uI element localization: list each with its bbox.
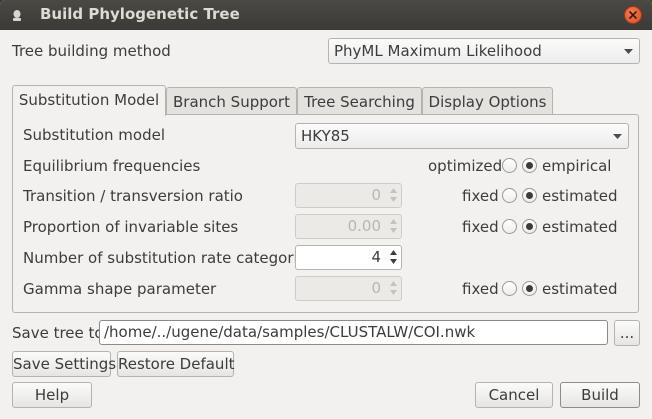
build-button[interactable]: Build: [560, 382, 640, 408]
equilibrium-empirical-label: empirical: [542, 157, 612, 175]
help-button[interactable]: Help: [12, 382, 92, 408]
tab-label: Branch Support: [173, 93, 290, 111]
invariable-fixed-label: fixed: [462, 218, 499, 236]
save-tree-label: Save tree to: [12, 324, 104, 342]
window-title: Build Phylogenetic Tree: [40, 5, 240, 23]
spin-down-icon: [390, 197, 397, 202]
rate-categories-spinbox[interactable]: 4: [295, 245, 402, 270]
invariable-estimated-radio[interactable]: [522, 219, 537, 234]
rate-categories-label: Number of substitution rate categories: [23, 249, 315, 267]
ts-tv-spinbox[interactable]: 0: [295, 183, 402, 208]
restore-default-button[interactable]: Restore Default: [117, 351, 235, 377]
equilibrium-optimized-label: optimized: [428, 157, 503, 175]
invariable-spinbox[interactable]: 0.00: [295, 214, 402, 239]
gamma-value: 0: [371, 279, 381, 297]
tab-label: Substitution Model: [18, 91, 160, 109]
spin-down-icon: [390, 290, 397, 295]
spin-up-icon: [390, 281, 397, 286]
invariable-fixed-radio[interactable]: [502, 219, 517, 234]
tab-branch-support[interactable]: Branch Support: [166, 87, 297, 114]
save-settings-label: Save Settings: [13, 355, 117, 373]
spin-buttons[interactable]: [387, 184, 401, 207]
ts-tv-value: 0: [371, 186, 381, 204]
spin-up-icon: [390, 188, 397, 193]
ts-tv-fixed-label: fixed: [462, 187, 499, 205]
gamma-spinbox[interactable]: 0: [295, 276, 402, 301]
ts-tv-estimated-radio[interactable]: [522, 188, 537, 203]
browse-button[interactable]: ...: [614, 320, 640, 346]
tab-label: Tree Searching: [304, 93, 415, 111]
ts-tv-label: Transition / transversion ratio: [23, 187, 243, 205]
app-icon: [10, 8, 24, 22]
spin-down-icon: [390, 259, 397, 264]
save-path-input[interactable]: /home/../ugene/data/samples/CLUSTALW/COI…: [99, 320, 608, 345]
substitution-model-select[interactable]: HKY85: [295, 123, 629, 149]
chevron-down-icon: [613, 134, 622, 139]
substitution-model-value: HKY85: [301, 127, 350, 145]
gamma-label: Gamma shape parameter: [23, 280, 217, 298]
substitution-model-label: Substitution model: [23, 126, 166, 144]
close-button[interactable]: [624, 6, 642, 24]
spin-buttons[interactable]: [387, 215, 401, 238]
invariable-estimated-label: estimated: [542, 218, 618, 236]
spin-buttons[interactable]: [387, 277, 401, 300]
restore-default-label: Restore Default: [118, 355, 235, 373]
help-label: Help: [34, 386, 70, 404]
browse-label: ...: [619, 324, 635, 342]
equilibrium-empirical-radio[interactable]: [522, 158, 537, 173]
cancel-label: Cancel: [488, 386, 540, 404]
invariable-label: Proportion of invariable sites: [23, 218, 239, 236]
close-icon: [629, 11, 637, 19]
tab-display-options[interactable]: Display Options: [422, 87, 553, 114]
save-path-value: /home/../ugene/data/samples/CLUSTALW/COI…: [104, 323, 476, 341]
tab-substitution-model[interactable]: Substitution Model: [12, 85, 166, 116]
save-settings-button[interactable]: Save Settings: [12, 351, 117, 377]
spin-buttons[interactable]: [387, 246, 401, 269]
invariable-value: 0.00: [347, 217, 381, 235]
tab-tree-searching[interactable]: Tree Searching: [297, 87, 422, 114]
method-select[interactable]: PhyML Maximum Likelihood: [328, 38, 640, 64]
gamma-fixed-radio[interactable]: [502, 281, 517, 296]
cancel-button[interactable]: Cancel: [475, 382, 553, 408]
chevron-down-icon: [624, 49, 633, 54]
method-value: PhyML Maximum Likelihood: [334, 42, 542, 60]
title-bar: Build Phylogenetic Tree: [0, 0, 652, 30]
spin-up-icon: [390, 250, 397, 255]
gamma-fixed-label: fixed: [462, 280, 499, 298]
equilibrium-optimized-radio[interactable]: [502, 158, 517, 173]
build-tree-dialog: Build Phylogenetic Tree Tree building me…: [0, 0, 652, 419]
ts-tv-estimated-label: estimated: [542, 187, 618, 205]
ts-tv-fixed-radio[interactable]: [502, 188, 517, 203]
equilibrium-label: Equilibrium frequencies: [23, 157, 201, 175]
gamma-estimated-radio[interactable]: [522, 281, 537, 296]
tab-label: Display Options: [428, 93, 547, 111]
method-label: Tree building method: [12, 42, 171, 60]
gamma-estimated-label: estimated: [542, 280, 618, 298]
rate-categories-value: 4: [371, 248, 381, 266]
spin-down-icon: [390, 228, 397, 233]
spin-up-icon: [390, 219, 397, 224]
build-label: Build: [581, 386, 619, 404]
